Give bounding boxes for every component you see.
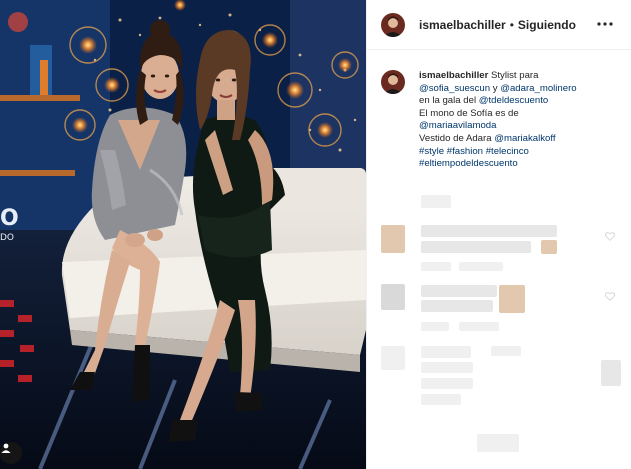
caption-line: @mariaavilamoda [419, 120, 621, 133]
post-image: O DO [0, 0, 366, 469]
hashtag-link[interactable]: #telecinco [486, 146, 529, 157]
caption-text-segment: El mono de Sofía es de [419, 107, 519, 119]
header-separator: • [509, 17, 514, 32]
blurred-comment-text [421, 394, 461, 405]
blurred-comment-meta [421, 322, 449, 331]
profile-photo-icon [381, 12, 405, 37]
blurred-comment-avatar[interactable] [381, 284, 405, 310]
caption-text-segment: Stylist para [488, 70, 539, 81]
more-options-dots [597, 22, 613, 26]
blurred-comment-emoji [541, 240, 557, 254]
header-username[interactable]: ismaelbachiller [419, 18, 506, 32]
blurred-comment-meta [459, 322, 499, 331]
caption-text-segment: y [490, 82, 501, 94]
hashtag-link[interactable]: #style [419, 146, 444, 157]
avatar[interactable] [381, 12, 405, 37]
caption-line: @sofia_suescun y @adara_molinero [419, 83, 621, 96]
post-sidebar: ismaelbachiller • Siguiendo ismaelbachil… [366, 0, 631, 469]
blurred-comment-emoji [499, 285, 525, 313]
caption-avatar[interactable] [381, 70, 405, 94]
profile-photo-icon [381, 70, 405, 94]
blurred-comment-meta [477, 434, 519, 452]
caption-line: Vestido de Adara @mariakalkoff [419, 133, 621, 146]
blurred-comment-text [421, 346, 471, 358]
blurred-comment-text [421, 300, 493, 312]
svg-text:O: O [0, 206, 19, 231]
caption-text-segment: en la gala del [419, 95, 479, 107]
blurred-comment-avatar[interactable] [381, 225, 405, 253]
heart-icon[interactable] [605, 292, 615, 301]
blurred-comment-text [421, 285, 497, 297]
hashtag-link[interactable]: #fashion [447, 146, 483, 157]
post-header: ismaelbachiller • Siguiendo [367, 0, 631, 50]
mention-link[interactable]: @tdeldescuento [479, 95, 548, 106]
blurred-comment-meta [421, 262, 451, 271]
caption-username[interactable]: ismaelbachiller [419, 70, 488, 81]
mention-link[interactable]: @mariaavilamoda [419, 120, 496, 131]
user-tag-icon[interactable] [0, 442, 22, 464]
blurred-comment-text [421, 362, 473, 373]
blurred-comment-meta [491, 346, 521, 356]
blurred-timestamp [421, 195, 451, 208]
caption-text-segment: Vestido de Adara [419, 132, 495, 144]
blurred-comment-meta [459, 262, 503, 271]
more-options-icon[interactable] [594, 13, 616, 35]
post-photo[interactable]: O DO [0, 0, 366, 469]
caption-line: ismaelbachiller Stylist para [419, 70, 621, 83]
heart-icon[interactable] [605, 232, 615, 241]
caption-line: #style #fashion #telecinco [419, 146, 621, 159]
svg-text:DO: DO [0, 233, 14, 243]
blurred-comment-text [421, 378, 473, 389]
hashtag-link[interactable]: #eltiempodeldescuento [419, 158, 518, 169]
blurred-comment-text [421, 225, 557, 237]
blurred-comment-text [421, 241, 531, 253]
mention-link[interactable]: @mariakalkoff [494, 133, 555, 144]
post-caption: ismaelbachiller Stylist para @sofia_sues… [381, 70, 621, 171]
caption-line: El mono de Sofía es de [419, 108, 621, 121]
caption-text: ismaelbachiller Stylist para @sofia_sues… [419, 70, 621, 171]
user-tag-glyph [1, 443, 11, 453]
mention-link[interactable]: @sofia_suescun [419, 83, 490, 94]
blurred-comment-emoji [601, 360, 621, 386]
mention-link[interactable]: @adara_molinero [500, 83, 576, 94]
blurred-comment-avatar[interactable] [381, 346, 405, 370]
caption-line: en la gala del @tdeldescuento [419, 95, 621, 108]
following-button[interactable]: Siguiendo [518, 18, 576, 32]
caption-line: #eltiempodeldescuento [419, 158, 621, 171]
